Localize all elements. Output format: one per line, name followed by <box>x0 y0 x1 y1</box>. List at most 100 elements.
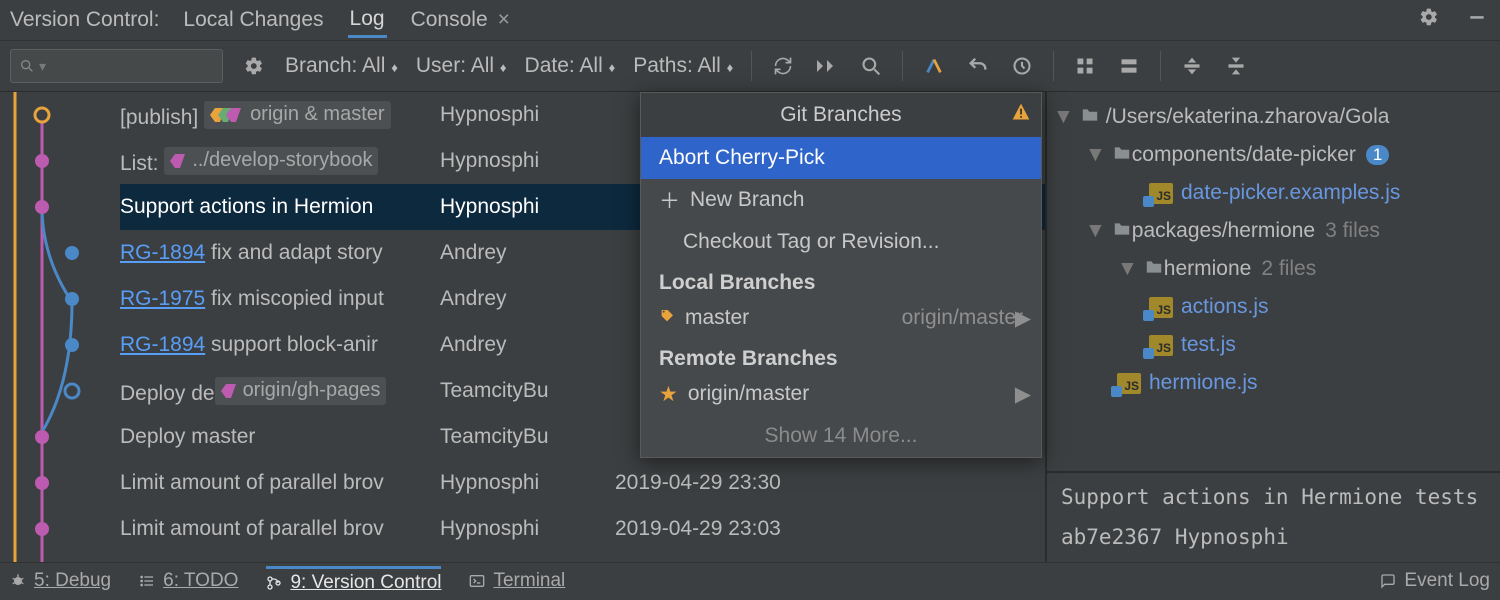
commit-message: Deploy master <box>120 425 440 449</box>
commit-message: [publish] origin & master <box>120 101 440 130</box>
commit-graph <box>0 92 120 562</box>
commit-message: Support actions in Hermion <box>120 195 440 219</box>
tree-node[interactable]: JS date-picker.examples.js <box>1047 174 1500 212</box>
commit-author: Hypnosphi <box>440 149 615 173</box>
commit-author: TeamcityBu <box>440 425 615 449</box>
branch-tag[interactable]: ../develop-storybook <box>164 147 378 175</box>
commit-author: Andrey <box>440 287 615 311</box>
filter-branch[interactable]: Branch: All ♦ <box>285 54 398 78</box>
change-count-badge: 1 <box>1366 145 1389 165</box>
collapse-icon[interactable] <box>1223 56 1249 76</box>
popup-item-checkout-tag[interactable]: Checkout Tag or Revision... <box>641 221 1041 263</box>
gear-icon[interactable] <box>1416 7 1442 33</box>
commit-date: 2019-04-29 23:30 <box>615 471 781 495</box>
tab-log[interactable]: Log <box>348 3 387 38</box>
plus-icon: ＋ <box>659 185 680 215</box>
undo-icon[interactable] <box>965 55 991 77</box>
branch-tag[interactable]: origin/gh-pages <box>215 377 387 405</box>
more-icon[interactable] <box>814 60 840 72</box>
filter-paths[interactable]: Paths: All ♦ <box>633 54 733 78</box>
commit-detail: Support actions in Hermione tests ab7e23… <box>1047 471 1500 562</box>
tree-root[interactable]: ▼ /Users/ekaterina.zharova/Gola <box>1047 98 1500 136</box>
statusbar-tab-vcs[interactable]: 9: Version Control <box>266 566 441 594</box>
log-toolbar: ▾ Branch: All ♦ User: All ♦ Date: All ♦ … <box>0 41 1500 92</box>
commit-author: Andrey <box>440 333 615 357</box>
commit-row[interactable]: Limit amount of parallel brovHypnosphi20… <box>120 506 1045 552</box>
tab-local-changes[interactable]: Local Changes <box>181 4 325 36</box>
popup-section-remote: Remote Branches <box>641 339 1041 373</box>
issue-link[interactable]: RG-1894 <box>120 333 205 356</box>
changes-panel: ▼ /Users/ekaterina.zharova/Gola ▼ compon… <box>1045 92 1500 562</box>
js-file-icon: JS <box>1149 183 1173 204</box>
folder-icon <box>1112 143 1132 167</box>
commit-author: Andrey <box>440 241 615 265</box>
refresh-icon[interactable] <box>770 56 796 76</box>
git-branches-popup: Git Branches Abort Cherry-Pick ＋ New Bra… <box>640 92 1042 458</box>
js-file-icon: JS <box>1149 297 1173 318</box>
close-icon[interactable]: × <box>498 8 510 32</box>
popup-show-more[interactable]: Show 14 More... <box>641 415 1041 457</box>
tree-label: hermione <box>1164 257 1252 281</box>
star-icon: ★ <box>659 382 678 407</box>
branch-tag[interactable]: origin & master <box>204 101 391 129</box>
chevron-down-icon: ▼ <box>1085 143 1106 167</box>
tree-label: test.js <box>1181 333 1236 357</box>
popup-remote-origin-master[interactable]: ★ origin/master ▶ <box>641 373 1041 415</box>
status-bar: 5: Debug 6: TODO 9: Version Control Term… <box>0 562 1500 599</box>
filter-date[interactable]: Date: All ♦ <box>525 54 616 78</box>
layout-icon[interactable] <box>1116 56 1142 76</box>
statusbar-tab-todo[interactable]: 6: TODO <box>139 570 238 592</box>
tree-node[interactable]: ▼ packages/hermione3 files <box>1047 212 1500 250</box>
tree-node[interactable]: ▼ components/date-picker1 <box>1047 136 1500 174</box>
commit-detail-meta: ab7e2367 Hypnosphi <box>1061 523 1486 552</box>
popup-local-master[interactable]: master origin/master ▶ <box>641 297 1041 339</box>
commit-row[interactable]: Limit amount of parallel brovHypnosphi20… <box>120 460 1045 506</box>
minimize-icon[interactable] <box>1464 7 1490 33</box>
tree-meta: 2 files <box>1261 257 1316 281</box>
filter-user[interactable]: User: All ♦ <box>416 54 507 78</box>
commit-message: Limit amount of parallel brov <box>120 471 440 495</box>
tree-node[interactable]: JSactions.js <box>1047 288 1500 326</box>
tree-node[interactable]: JS test.js <box>1047 326 1500 364</box>
expand-icon[interactable] <box>1179 56 1205 76</box>
js-file-icon: JS <box>1117 373 1141 394</box>
commit-author: Hypnosphi <box>440 103 615 127</box>
chevron-right-icon: ▶ <box>1015 306 1031 331</box>
main-area: [publish] origin & master HypnosphiList:… <box>0 92 1500 562</box>
popup-section-local: Local Branches <box>641 263 1041 297</box>
statusbar-tab-terminal[interactable]: Terminal <box>469 570 565 592</box>
search-input[interactable]: ▾ <box>10 49 223 83</box>
popup-item-new-branch[interactable]: ＋ New Branch <box>641 179 1041 221</box>
vcs-title: Version Control: <box>10 8 159 32</box>
commit-author: Hypnosphi <box>440 517 615 541</box>
tree-node[interactable]: ▼ hermione2 files <box>1047 250 1500 288</box>
clock-icon[interactable] <box>1009 56 1035 76</box>
commit-message: RG-1975 fix miscopied input <box>120 287 440 311</box>
popup-title: Git Branches <box>641 93 1041 137</box>
statusbar-tab-debug[interactable]: 5: Debug <box>10 570 111 592</box>
folder-icon <box>1112 219 1132 243</box>
tab-console[interactable]: Console <box>409 4 490 36</box>
tree-node[interactable]: JS hermione.js <box>1047 364 1500 402</box>
issue-link[interactable]: RG-1894 <box>120 241 205 264</box>
js-file-icon: JS <box>1149 335 1173 356</box>
popup-item-abort-cherry-pick[interactable]: Abort Cherry-Pick <box>641 137 1041 179</box>
statusbar-event-log[interactable]: Event Log <box>1380 570 1490 592</box>
intellisort-icon[interactable] <box>921 55 947 77</box>
tree-label: date-picker.examples.js <box>1181 181 1400 205</box>
chevron-right-icon: ▶ <box>1015 382 1031 407</box>
tag-icon <box>659 306 675 330</box>
search-icon[interactable] <box>858 56 884 76</box>
folder-icon <box>1144 257 1164 281</box>
tree-label: packages/hermione <box>1132 219 1315 243</box>
changed-files-tree[interactable]: ▼ /Users/ekaterina.zharova/Gola ▼ compon… <box>1047 92 1500 471</box>
commit-author: TeamcityBu <box>440 379 615 403</box>
grid-icon[interactable] <box>1072 56 1098 76</box>
commit-log-panel: [publish] origin & master HypnosphiList:… <box>0 92 1045 562</box>
tree-label: hermione.js <box>1149 371 1258 395</box>
commit-message: RG-1894 support block-anir <box>120 333 440 357</box>
commit-date: 2019-04-29 23:03 <box>615 517 781 541</box>
gear-icon[interactable] <box>241 56 267 76</box>
issue-link[interactable]: RG-1975 <box>120 287 205 310</box>
commit-author: Hypnosphi <box>440 195 615 219</box>
